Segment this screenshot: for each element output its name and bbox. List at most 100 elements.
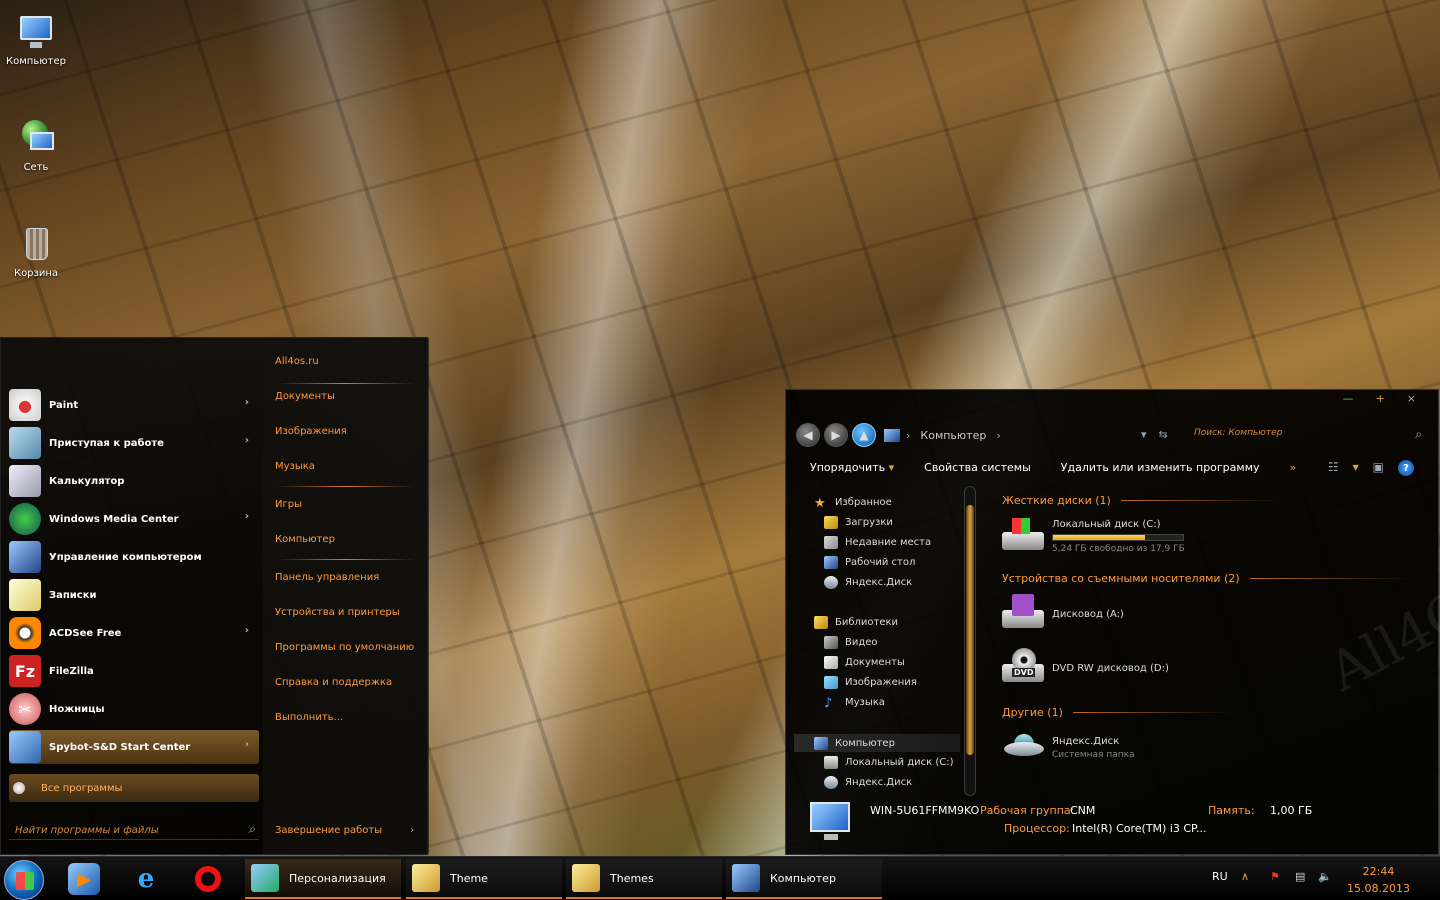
windows-logo-icon [16, 872, 34, 890]
program-acdsee[interactable]: ACDSee Free › [9, 616, 259, 650]
maximize-button[interactable]: + [1376, 392, 1385, 405]
program-media-center[interactable]: Windows Media Center › [9, 502, 259, 536]
drive-dvd-d[interactable]: DVD DVD RW дисковод (D:) [1000, 648, 1169, 688]
desktop-icon-network[interactable]: Сеть [4, 118, 68, 173]
up-button[interactable]: ▲ [852, 423, 876, 447]
desktop-icon-recycle-bin[interactable]: Корзина [4, 224, 68, 279]
uninstall-program-button[interactable]: Удалить или изменить программу [1061, 461, 1260, 474]
program-computer-management[interactable]: Управление компьютером [9, 540, 259, 574]
nav-libraries[interactable]: Библиотеки [814, 616, 898, 629]
video-icon [824, 636, 838, 649]
task-label: Персонализация [289, 871, 386, 885]
clock[interactable]: 22:44 15.08.2013 [1347, 863, 1410, 897]
explorer-search-input[interactable]: Поиск: Компьютер [1194, 428, 1282, 438]
program-spybot[interactable]: Spybot-S&D Start Center › [9, 730, 259, 764]
task-personalization[interactable]: Персонализация [245, 859, 401, 899]
language-indicator[interactable]: RU [1212, 870, 1228, 883]
place-images[interactable]: Изображения [275, 426, 347, 437]
program-label: Приступая к работе [49, 437, 164, 449]
nav-downloads[interactable]: Загрузки [824, 516, 893, 529]
nav-recent[interactable]: Недавние места [824, 536, 931, 549]
group-hard-disks[interactable]: Жесткие диски (1) [1002, 494, 1281, 507]
nav-video[interactable]: Видео [824, 636, 878, 649]
close-button[interactable]: × [1407, 392, 1416, 405]
minimize-button[interactable]: — [1343, 392, 1354, 405]
nav-label: Рабочий стол [845, 557, 916, 568]
star-icon: ★ [814, 496, 826, 511]
place-control-panel[interactable]: Панель управления [275, 572, 379, 583]
back-button[interactable]: ◀ [796, 423, 820, 447]
nav-documents[interactable]: Документы [824, 656, 905, 669]
disk-usage-fill [1053, 534, 1146, 540]
nav-local-disk-c[interactable]: Локальный диск (C:) [824, 756, 954, 769]
task-theme-folder[interactable]: Theme [406, 859, 562, 899]
chevron-right-icon: › [244, 397, 249, 408]
task-computer[interactable]: Компьютер [726, 859, 882, 899]
scrollbar-thumb[interactable] [966, 505, 974, 755]
pinned-opera[interactable] [192, 863, 224, 895]
computer-icon [814, 736, 828, 750]
chevron-down-icon[interactable]: ▾ [1353, 460, 1359, 476]
system-properties-button[interactable]: Свойства системы [924, 461, 1031, 474]
show-hidden-icons-icon[interactable]: ∧ [1241, 870, 1249, 883]
help-icon[interactable]: ? [1398, 460, 1414, 476]
all-programs-label: Все программы [41, 782, 123, 794]
place-devices-printers[interactable]: Устройства и принтеры [275, 607, 400, 618]
nav-yadisk-computer[interactable]: Яндекс.Диск [824, 776, 912, 789]
place-run[interactable]: Выполнить... [275, 712, 343, 723]
nav-scrollbar[interactable] [964, 486, 976, 796]
organize-button[interactable]: Упорядочить ▾ [810, 461, 894, 474]
place-help[interactable]: Справка и поддержка [275, 677, 392, 688]
program-paint[interactable]: ● Paint › [9, 388, 259, 422]
all-programs-button[interactable]: Все программы [9, 774, 259, 802]
volume-icon[interactable]: 🔈 [1318, 870, 1332, 883]
program-getting-started[interactable]: Приступая к работе › [9, 426, 259, 460]
scissors-icon: ✂ [9, 693, 41, 725]
pinned-media-player[interactable]: ▶ [68, 863, 100, 895]
place-games[interactable]: Игры [275, 499, 302, 510]
place-computer[interactable]: Компьютер [275, 534, 335, 545]
drive-yandex-disk[interactable]: Яндекс.Диск Системная папка [1000, 728, 1135, 768]
more-commands-button[interactable]: » [1290, 461, 1297, 474]
nav-images[interactable]: Изображения [824, 676, 917, 689]
start-button[interactable] [4, 860, 44, 900]
nav-computer[interactable]: Компьютер [794, 734, 960, 752]
nav-desktop[interactable]: Рабочий стол [824, 556, 915, 569]
place-documents[interactable]: Документы [275, 391, 335, 402]
network-tray-icon[interactable]: ▤ [1295, 870, 1305, 883]
task-themes-folder[interactable]: Themes [566, 859, 722, 899]
task-label: Theme [450, 871, 488, 885]
program-sticky-notes[interactable]: Записки [9, 578, 259, 612]
forward-button[interactable]: ▶ [824, 423, 848, 447]
group-other[interactable]: Другие (1) [1002, 706, 1233, 719]
program-filezilla[interactable]: Fz FileZilla [9, 654, 259, 688]
watermark-text: All4OS.RU [1318, 511, 1440, 704]
place-music[interactable]: Музыка [275, 461, 315, 472]
search-icon[interactable]: ⌕ [1415, 427, 1422, 442]
view-mode-icon[interactable]: ☷ [1328, 460, 1339, 476]
drive-floppy-a[interactable]: Дисковод (A:) [1000, 594, 1124, 634]
group-removable[interactable]: Устройства со съемными носителями (2) [1002, 572, 1410, 585]
nav-favorites[interactable]: ★ Избранное [814, 496, 892, 511]
window-controls: — + × [1343, 392, 1416, 405]
program-snipping-tool[interactable]: ✂ Ножницы [9, 692, 259, 726]
drive-name: Яндекс.Диск [1052, 736, 1120, 747]
drive-name: Локальный диск (C:) [1052, 518, 1161, 530]
view-controls: ☷ ▾ ▣ ? [1328, 460, 1414, 476]
address-bar[interactable]: Компьютер [920, 429, 986, 442]
preview-pane-icon[interactable]: ▣ [1373, 460, 1384, 476]
drive-local-c[interactable]: Локальный диск (C:) 5,24 ГБ свободно из … [1000, 516, 1185, 556]
nav-yadisk[interactable]: Яндекс.Диск [824, 576, 912, 589]
dropdown-icon[interactable]: ▾ [1141, 428, 1147, 441]
program-calculator[interactable]: Калькулятор [9, 464, 259, 498]
refresh-icon[interactable]: ⇆ [1159, 428, 1168, 441]
network-icon [16, 118, 56, 158]
shutdown-button[interactable]: Завершение работы › [275, 825, 414, 836]
start-search-input[interactable]: Найти программы и файлы ⌕ [9, 822, 259, 840]
place-all4os[interactable]: All4os.ru [275, 356, 319, 367]
action-center-icon[interactable]: ⚑ [1270, 870, 1280, 883]
desktop-icon-computer[interactable]: Компьютер [4, 12, 68, 67]
nav-music[interactable]: ♪ Музыка [824, 696, 885, 711]
pinned-internet-explorer[interactable]: e [130, 863, 162, 895]
place-default-programs[interactable]: Программы по умолчанию [275, 642, 414, 653]
